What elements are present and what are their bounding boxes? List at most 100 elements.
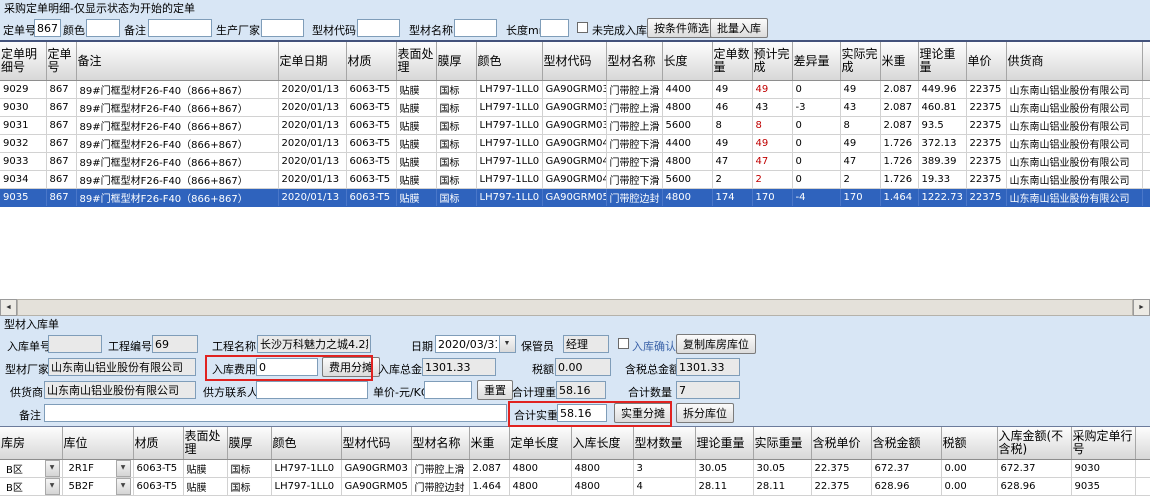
profile-name-input[interactable] <box>454 19 497 37</box>
cell[interactable]: 6063-T5 <box>346 153 396 171</box>
cell[interactable]: 山东南山铝业股份有限公司 <box>1006 117 1142 135</box>
cell[interactable]: GA90GRM04 <box>542 135 606 153</box>
cell[interactable]: 6063-T5 <box>346 117 396 135</box>
cell[interactable]: 门带腔上滑 <box>606 117 662 135</box>
cell[interactable]: 8 <box>712 117 752 135</box>
cell[interactable]: 9030 <box>1071 460 1135 478</box>
cell[interactable]: 贴膜 <box>183 478 227 496</box>
cell[interactable]: 9029 <box>0 81 46 99</box>
cell[interactable]: 9035 <box>1071 478 1135 496</box>
cell[interactable]: 6063-T5 <box>346 189 396 207</box>
cell[interactable] <box>1142 117 1150 135</box>
table-row[interactable]: 903286789#门框型材F26-F40（866+867）2020/01/13… <box>0 135 1150 153</box>
scroll-right-arrow-icon[interactable]: ► <box>1133 299 1150 316</box>
cell[interactable]: 6063-T5 <box>346 81 396 99</box>
cell[interactable]: 372.13 <box>918 135 966 153</box>
chevron-down-icon[interactable]: ▼ <box>45 478 60 495</box>
cell[interactable]: 国标 <box>436 135 476 153</box>
contact-input[interactable] <box>256 381 368 399</box>
split-location-button[interactable]: 拆分库位 <box>676 403 734 423</box>
cell[interactable]: GA90GRM05 <box>542 189 606 207</box>
cell[interactable]: GA90GRM03 <box>542 117 606 135</box>
cell[interactable]: 170 <box>752 189 792 207</box>
cell[interactable]: 0 <box>792 153 840 171</box>
cell[interactable]: 5B2F▼ <box>62 478 133 496</box>
cell[interactable]: 49 <box>752 135 792 153</box>
cell[interactable]: 4400 <box>662 135 712 153</box>
cell[interactable]: 2020/01/13 <box>278 117 346 135</box>
cell[interactable]: 460.81 <box>918 99 966 117</box>
cell[interactable]: 2 <box>840 171 880 189</box>
cell[interactable]: GA90GRM05 <box>341 478 411 496</box>
batch-stock-in-button[interactable]: 批量入库 <box>710 18 768 38</box>
profile-maker-input[interactable] <box>48 358 196 376</box>
cell[interactable]: LH797-1LL0 <box>476 153 542 171</box>
table-row[interactable]: 903086789#门框型材F26-F40（866+867）2020/01/13… <box>0 99 1150 117</box>
cell[interactable]: 2020/01/13 <box>278 171 346 189</box>
cell[interactable]: 1.726 <box>880 135 918 153</box>
maker-input[interactable] <box>261 19 304 37</box>
supplier-input[interactable] <box>44 381 196 399</box>
cell[interactable]: 19.33 <box>918 171 966 189</box>
cell[interactable]: 8 <box>752 117 792 135</box>
copy-warehouse-button[interactable]: 复制库房库位 <box>676 334 756 354</box>
cell[interactable]: 22375 <box>966 189 1006 207</box>
cell[interactable]: 国标 <box>436 171 476 189</box>
cell[interactable]: GA90GRM04 <box>542 171 606 189</box>
filter-by-condition-button[interactable]: 按条件筛选 <box>647 18 716 38</box>
cell[interactable]: 1.726 <box>880 153 918 171</box>
cell[interactable]: 4800 <box>662 189 712 207</box>
chevron-down-icon[interactable]: ▼ <box>116 460 131 477</box>
cell[interactable]: 6063-T5 <box>346 135 396 153</box>
cell[interactable]: 1222.73 <box>918 189 966 207</box>
cell[interactable]: 9030 <box>0 99 46 117</box>
cell[interactable]: 22375 <box>966 171 1006 189</box>
length-input[interactable] <box>540 19 569 37</box>
total-with-tax-input[interactable] <box>676 358 740 376</box>
cell[interactable]: 山东南山铝业股份有限公司 <box>1006 171 1142 189</box>
cell[interactable]: 0.00 <box>941 478 997 496</box>
cell[interactable]: 89#门框型材F26-F40（866+867） <box>76 81 278 99</box>
cell[interactable]: 贴膜 <box>396 171 436 189</box>
cell[interactable]: GA90GRM03 <box>542 99 606 117</box>
cell[interactable]: 山东南山铝业股份有限公司 <box>1006 99 1142 117</box>
cell[interactable]: 43 <box>840 99 880 117</box>
cell[interactable]: 9033 <box>0 153 46 171</box>
cell[interactable]: 867 <box>46 117 76 135</box>
cell[interactable]: 国标 <box>436 189 476 207</box>
cell[interactable]: 国标 <box>436 117 476 135</box>
cell[interactable]: 867 <box>46 189 76 207</box>
cell[interactable]: 867 <box>46 153 76 171</box>
cell[interactable]: LH797-1LL0 <box>271 460 341 478</box>
cell[interactable]: 628.96 <box>871 478 941 496</box>
cell[interactable]: 22375 <box>966 135 1006 153</box>
cell[interactable]: GA90GRM03 <box>341 460 411 478</box>
cell[interactable]: 国标 <box>227 478 271 496</box>
cell[interactable]: 2.087 <box>880 99 918 117</box>
order-no-input[interactable] <box>34 19 61 37</box>
cell[interactable] <box>1142 135 1150 153</box>
cell[interactable]: 山东南山铝业股份有限公司 <box>1006 135 1142 153</box>
table-row[interactable]: 903386789#门框型材F26-F40（866+867）2020/01/13… <box>0 153 1150 171</box>
cell[interactable]: 2.087 <box>880 81 918 99</box>
cell[interactable]: 门带腔边封 <box>411 478 469 496</box>
cell[interactable]: 山东南山铝业股份有限公司 <box>1006 153 1142 171</box>
cell[interactable]: 672.37 <box>997 460 1071 478</box>
cell[interactable]: 49 <box>840 81 880 99</box>
cell[interactable]: 89#门框型材F26-F40（866+867） <box>76 189 278 207</box>
cell[interactable]: 672.37 <box>871 460 941 478</box>
cell[interactable]: 5600 <box>662 117 712 135</box>
cell[interactable]: 贴膜 <box>396 81 436 99</box>
horizontal-scrollbar[interactable]: ◄ ► <box>0 299 1150 316</box>
table-row[interactable]: B区▼2R1F▼6063-T5贴膜国标LH797-1LL0GA90GRM03门带… <box>0 460 1150 478</box>
cell[interactable]: 0.00 <box>941 460 997 478</box>
cell[interactable]: LH797-1LL0 <box>271 478 341 496</box>
cell[interactable]: 867 <box>46 99 76 117</box>
cell[interactable]: 174 <box>712 189 752 207</box>
cell[interactable]: 2020/01/13 <box>278 99 346 117</box>
cell[interactable]: 28.11 <box>695 478 753 496</box>
project-no-input[interactable] <box>152 335 198 353</box>
table-row[interactable]: 903186789#门框型材F26-F40（866+867）2020/01/13… <box>0 117 1150 135</box>
cell[interactable]: 30.05 <box>695 460 753 478</box>
cell[interactable]: 3 <box>633 460 695 478</box>
